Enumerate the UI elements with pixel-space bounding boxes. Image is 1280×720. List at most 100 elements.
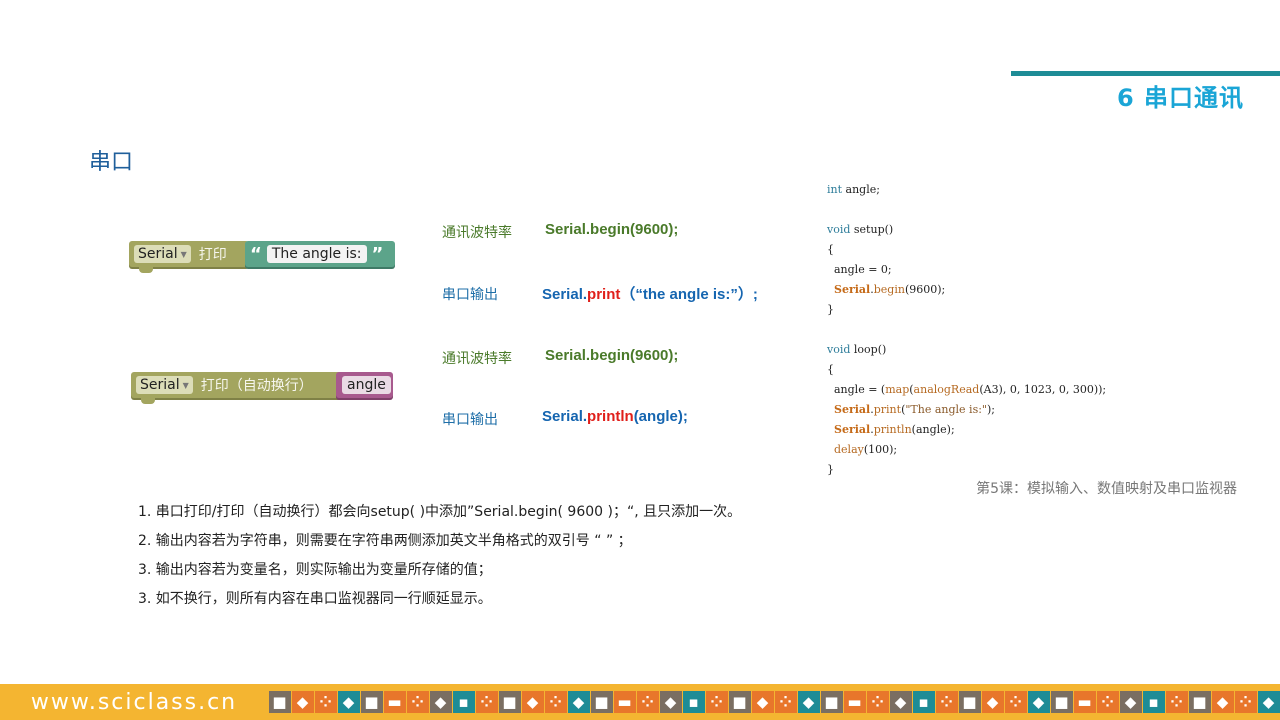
- pattern-tile-icon: ◆: [981, 691, 1004, 713]
- section-title: 串口: [89, 150, 134, 175]
- pattern-tile-icon: ■: [360, 691, 383, 713]
- baud-label-2: 通讯波特率: [442, 351, 512, 367]
- pattern-tile-icon: ▬: [1073, 691, 1096, 713]
- pattern-tile-icon: ⁘: [774, 691, 797, 713]
- code-listing: int angle; void setup() { angle = 0; Ser…: [827, 180, 1106, 480]
- code-method: println: [587, 408, 634, 425]
- serial-println-block[interactable]: Serial ▼ 打印（自动换行）: [131, 372, 346, 404]
- pattern-tile-icon: ⁘: [866, 691, 889, 713]
- pattern-tile-icon: ◆: [659, 691, 682, 713]
- variable-field[interactable]: angle: [342, 376, 391, 394]
- pattern-tile-icon: ⁘: [475, 691, 498, 713]
- output-code-1: Serial.print（“the angle is:”）;: [542, 283, 758, 304]
- pattern-tile-icon: ◆: [1211, 691, 1234, 713]
- pattern-tile-icon: ■: [728, 691, 751, 713]
- dropdown-arrow-icon: ▼: [180, 249, 187, 259]
- code-suffix: （“the angle is:”）;: [620, 286, 758, 303]
- note-item: 3. 如不换行，则所有内容在串口监视器同一行顺延显示。: [138, 591, 492, 607]
- code-prefix: Serial.: [542, 408, 588, 425]
- code-line: }: [827, 463, 834, 476]
- output-label-2: 串口输出: [442, 412, 498, 428]
- pattern-tile-icon: ◆: [429, 691, 452, 713]
- pattern-tile-icon: ■: [958, 691, 981, 713]
- pattern-tile-icon: ⁘: [935, 691, 958, 713]
- code-line: Serial.println(angle);: [834, 423, 955, 436]
- pattern-tile-icon: ▬: [613, 691, 636, 713]
- pattern-tile-icon: ⁘: [1096, 691, 1119, 713]
- pattern-tile-icon: ■: [1050, 691, 1073, 713]
- pattern-tile-icon: ▬: [383, 691, 406, 713]
- pattern-tile-icon: ◆: [1257, 691, 1280, 713]
- pattern-tile-icon: ■: [820, 691, 843, 713]
- pattern-tile-icon: ⁘: [1165, 691, 1188, 713]
- code-line: Serial.print("The angle is:");: [834, 403, 995, 416]
- variable-block[interactable]: angle: [336, 372, 393, 398]
- pattern-tile-icon: ◆: [1027, 691, 1050, 713]
- baud-code-2: Serial.begin(9600);: [545, 347, 679, 364]
- serial-dropdown-value-2: Serial: [140, 377, 180, 393]
- block-notch: [141, 398, 155, 404]
- pattern-tile-icon: ◆: [567, 691, 590, 713]
- code-line: void loop(): [827, 343, 887, 356]
- code-line: {: [827, 363, 834, 376]
- text-block[interactable]: “ The angle is: ”: [245, 241, 395, 267]
- code-line: void setup(): [827, 223, 894, 236]
- dropdown-arrow-icon: ▼: [182, 380, 189, 390]
- pattern-tile-icon: ⁘: [1234, 691, 1257, 713]
- pattern-tile-icon: ▪: [452, 691, 475, 713]
- text-field[interactable]: The angle is:: [266, 245, 367, 263]
- pattern-tile-icon: ◆: [291, 691, 314, 713]
- pattern-tile-icon: ⁘: [406, 691, 429, 713]
- pattern-tile-icon: ■: [268, 691, 291, 713]
- serial-dropdown[interactable]: Serial ▼: [134, 245, 191, 263]
- pattern-tile-icon: ◆: [797, 691, 820, 713]
- brand-url: www.sciclass.cn: [30, 689, 238, 715]
- code-caption: 第5课：模拟输入、数值映射及串口监视器: [976, 481, 1237, 497]
- close-quote-icon: ”: [371, 243, 384, 265]
- println-label: 打印（自动换行）: [200, 378, 313, 394]
- pattern-tile-icon: ▪: [912, 691, 935, 713]
- chapter-title: 6 串口通讯: [1116, 84, 1244, 112]
- note-item: 3. 输出内容若为变量名，则实际输出为变量所存储的值；: [138, 562, 492, 578]
- pattern-tile-icon: ⁘: [314, 691, 337, 713]
- code-line: {: [827, 243, 834, 256]
- baud-label-1: 通讯波特率: [442, 225, 512, 241]
- footer-brand[interactable]: www.sciclass.cn: [0, 684, 268, 720]
- note-item: 1. 串口打印/打印（自动换行）都会向setup( )中添加”Serial.be…: [138, 504, 742, 520]
- code-line: }: [827, 303, 834, 316]
- pattern-tile-icon: ⁘: [705, 691, 728, 713]
- code-line: Serial.begin(9600);: [834, 283, 946, 296]
- pattern-tile-icon: ■: [1188, 691, 1211, 713]
- pattern-tile-icon: ▬: [843, 691, 866, 713]
- serial-dropdown-value: Serial: [138, 246, 178, 262]
- code-method: print: [587, 286, 621, 303]
- output-label-1: 串口输出: [442, 287, 498, 303]
- code-line: delay(100);: [834, 443, 898, 456]
- code-suffix: (angle);: [633, 408, 688, 425]
- pattern-tile-icon: ◆: [521, 691, 544, 713]
- code-line: angle = 0;: [827, 263, 892, 276]
- baud-code-1: Serial.begin(9600);: [545, 221, 679, 238]
- pattern-tile-icon: ◆: [1119, 691, 1142, 713]
- pattern-tile-icon: ▪: [682, 691, 705, 713]
- pattern-tile-icon: ◆: [337, 691, 360, 713]
- pattern-tile-icon: ◆: [889, 691, 912, 713]
- header-accent-line: [1011, 71, 1280, 76]
- output-code-2: Serial.println(angle);: [542, 408, 688, 425]
- footer: www.sciclass.cn ■ ◆ ⁘ ◆ ■ ▬ ⁘ ◆ ▪ ⁘ ■ ◆ ⁘ ◆ ■ ▬ ⁘ ◆ ▪ ⁘ ■ ◆ ⁘ ◆…: [0, 684, 1280, 720]
- pattern-tile-icon: ⁘: [636, 691, 659, 713]
- code-prefix: Serial.: [542, 286, 588, 303]
- pattern-tile-icon: ■: [498, 691, 521, 713]
- pattern-tile-icon: ▪: [1142, 691, 1165, 713]
- footer-pattern: ■ ◆ ⁘ ◆ ■ ▬ ⁘ ◆ ▪ ⁘ ■ ◆ ⁘ ◆ ■ ▬ ⁘ ◆ ▪ ⁘ ■ ◆ ⁘ ◆ ■ ▬ ⁘ ◆ ▪ ⁘ ■ ◆ ⁘ ◆ ■ ▬ ⁘ ◆ ▪ ⁘…: [268, 684, 1280, 720]
- serial-dropdown-2[interactable]: Serial ▼: [136, 376, 193, 394]
- code-line: angle = (map(analogRead(A3), 0, 1023, 0,…: [827, 383, 1107, 396]
- block-notch: [139, 267, 153, 273]
- pattern-tile-icon: ⁘: [544, 691, 567, 713]
- print-label: 打印: [198, 247, 227, 263]
- note-item: 2. 输出内容若为字符串，则需要在字符串两侧添加英文半角格式的双引号 “ ” ；: [138, 533, 632, 549]
- serial-print-block[interactable]: Serial ▼ 打印: [129, 241, 249, 273]
- open-quote-icon: “: [250, 243, 262, 265]
- pattern-tile-icon: ◆: [751, 691, 774, 713]
- code-line: int angle;: [827, 183, 880, 196]
